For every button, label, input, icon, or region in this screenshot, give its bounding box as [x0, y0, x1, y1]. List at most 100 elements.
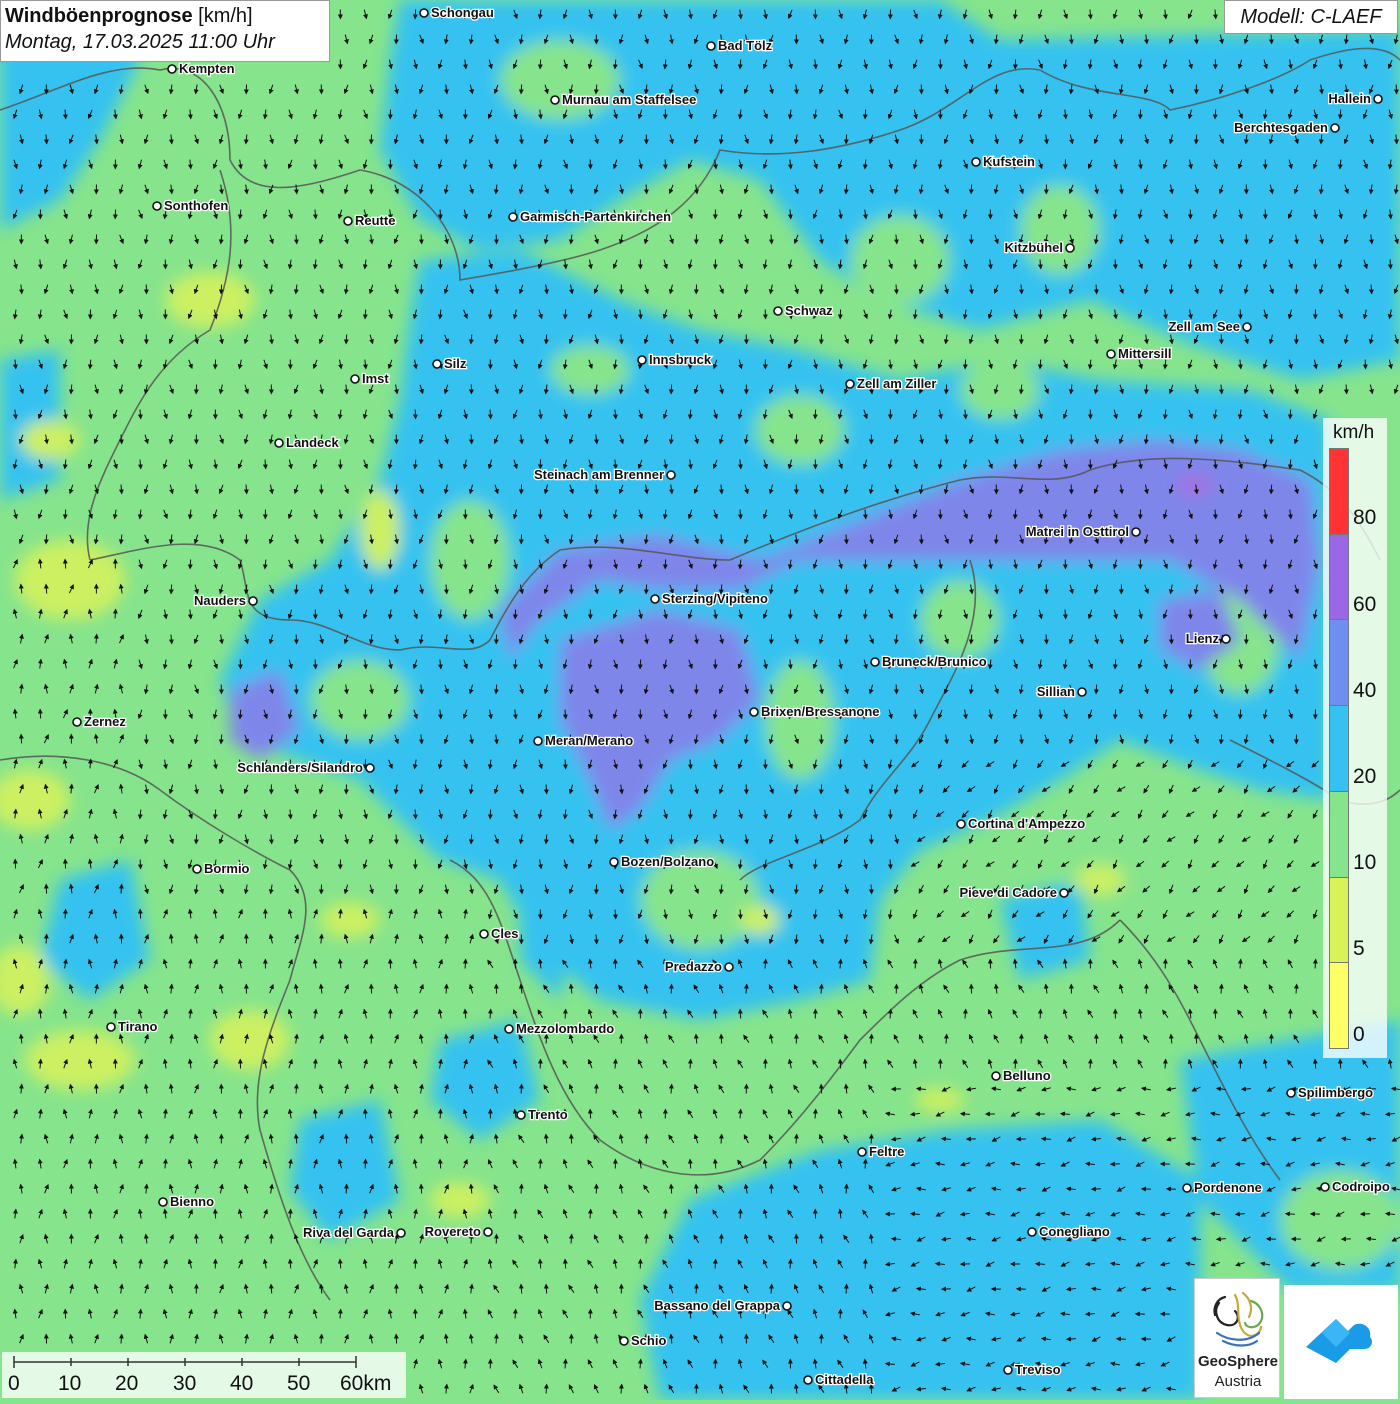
- city-dot-icon: [1331, 124, 1339, 132]
- city-marker[interactable]: Zell am Ziller: [846, 376, 936, 391]
- city-marker[interactable]: Brixen/Bressanone: [750, 704, 880, 719]
- city-dot-icon: [249, 597, 257, 605]
- city-marker[interactable]: Pordenone: [1183, 1180, 1262, 1195]
- city-label: Rovereto: [425, 1224, 481, 1239]
- city-dot-icon: [750, 708, 758, 716]
- city-dot-icon: [1321, 1183, 1329, 1191]
- wind-arrow: [596, 1085, 597, 1094]
- city-label: Conegliano: [1039, 1224, 1110, 1239]
- wind-arrow: [1271, 485, 1272, 494]
- legend-segment: [1329, 534, 1349, 621]
- scale-label: 40: [230, 1372, 253, 1396]
- city-marker[interactable]: Riva del Garda: [303, 1225, 405, 1240]
- wind-arrow: [140, 410, 141, 419]
- city-marker[interactable]: Meran/Merano: [534, 733, 633, 748]
- city-dot-icon: [107, 1023, 115, 1031]
- city-label: Sillian: [1037, 684, 1075, 699]
- city-dot-icon: [1066, 244, 1074, 252]
- city-marker[interactable]: Matrei in Osttirol: [1026, 524, 1140, 539]
- wind-arrow: [1115, 660, 1116, 669]
- wind-arrow: [840, 960, 841, 969]
- city-label: Brixen/Bressanone: [761, 704, 880, 719]
- model-label: Modell: C-LAEF: [1224, 0, 1398, 34]
- wind-arrow: [640, 1360, 641, 1369]
- title-box: Windböenprognose [km/h] Montag, 17.03.20…: [0, 0, 330, 62]
- wind-gust-map[interactable]: SchongauKemptenBad TölzMurnau am Staffel…: [0, 0, 1400, 1400]
- city-label: Murnau am Staffelsee: [562, 92, 696, 107]
- city-marker[interactable]: Bruneck/Brunico: [871, 654, 987, 669]
- wind-arrow: [221, 285, 222, 294]
- logo-name: GeoSphere: [1195, 1353, 1281, 1370]
- wind-arrow: [1115, 710, 1116, 719]
- city-marker[interactable]: Berchtesgaden: [1234, 120, 1339, 135]
- wind-arrow: [1046, 635, 1047, 644]
- wind-arrow: [1096, 735, 1097, 744]
- city-dot-icon: [1374, 95, 1382, 103]
- geosphere-logo[interactable]: GeoSphere Austria: [1194, 1278, 1280, 1398]
- city-label: Lienz: [1186, 631, 1220, 646]
- city-marker[interactable]: Sterzing/Vipiteno: [651, 591, 768, 606]
- wind-arrow: [290, 810, 291, 819]
- city-dot-icon: [551, 96, 559, 104]
- wind-arrow: [846, 1185, 847, 1194]
- scale-label: 50: [287, 1372, 310, 1396]
- city-marker[interactable]: Schlanders/Silandro: [237, 760, 374, 775]
- forecast-datetime: Montag, 17.03.2025 11:00 Uhr: [5, 28, 325, 56]
- wind-arrow: [471, 835, 472, 844]
- wind-arrow: [665, 1210, 666, 1219]
- wind-arrow: [671, 1185, 672, 1194]
- scale-label: 10: [58, 1372, 81, 1396]
- wind-arrow: [740, 910, 741, 919]
- city-dot-icon: [846, 380, 854, 388]
- city-marker[interactable]: Steinach am Brenner: [534, 467, 675, 482]
- city-dot-icon: [638, 356, 646, 364]
- city-dot-icon: [344, 217, 352, 225]
- wind-arrow: [421, 1185, 422, 1194]
- city-marker[interactable]: Sonthofen: [153, 198, 228, 213]
- wind-arrow: [1165, 1060, 1166, 1069]
- city-label: Silz: [444, 356, 467, 371]
- city-marker[interactable]: Mezzolombardo: [505, 1021, 614, 1036]
- city-marker[interactable]: Bozen/Bolzano: [610, 854, 714, 869]
- city-dot-icon: [725, 963, 733, 971]
- city-marker[interactable]: Garmisch-Partenkirchen: [509, 209, 671, 224]
- city-marker[interactable]: Schongau: [420, 5, 494, 20]
- wind-arrow: [765, 960, 766, 969]
- city-marker[interactable]: Zell am See: [1168, 319, 1251, 334]
- city-marker[interactable]: Pieve di Cadore: [959, 885, 1068, 900]
- city-marker[interactable]: Bassano del Grappa: [654, 1298, 791, 1313]
- wind-arrow: [1315, 960, 1316, 969]
- wind-arrow: [771, 1285, 772, 1294]
- city-dot-icon: [1132, 528, 1140, 536]
- city-dot-icon: [517, 1111, 525, 1119]
- city-dot-icon: [667, 471, 675, 479]
- wind-arrow: [721, 1035, 722, 1044]
- wind-arrow: [721, 935, 722, 944]
- city-marker[interactable]: Conegliano: [1028, 1224, 1110, 1239]
- city-marker[interactable]: Cittadella: [804, 1372, 874, 1387]
- city-label: Reutte: [355, 213, 395, 228]
- wind-arrow: [746, 985, 747, 994]
- city-label: Schio: [631, 1333, 666, 1348]
- city-label: Steinach am Brenner: [534, 467, 664, 482]
- weather-app-badge[interactable]: [1284, 1285, 1398, 1399]
- city-label: Mezzolombardo: [516, 1021, 614, 1036]
- wind-arrow: [696, 1285, 697, 1294]
- city-label: Bruneck/Brunico: [882, 654, 987, 669]
- city-marker[interactable]: Codroipo: [1321, 1179, 1390, 1194]
- city-marker[interactable]: Innsbruck: [638, 352, 712, 367]
- city-label: Innsbruck: [649, 352, 712, 367]
- city-dot-icon: [1107, 350, 1115, 358]
- city-marker[interactable]: Spilimbergo: [1287, 1085, 1373, 1100]
- city-label: Kufstein: [983, 154, 1035, 169]
- city-dot-icon: [1060, 889, 1068, 897]
- wind-arrow: [371, 585, 372, 594]
- city-marker[interactable]: Murnau am Staffelsee: [551, 92, 696, 107]
- city-dot-icon: [1287, 1089, 1295, 1097]
- city-label: Spilimbergo: [1298, 1085, 1373, 1100]
- legend-tick-label: 0: [1353, 1023, 1365, 1047]
- wind-arrow: [515, 1310, 516, 1319]
- city-marker[interactable]: Cortina d'Ampezzo: [957, 816, 1085, 831]
- wind-arrow: [346, 1135, 347, 1144]
- wind-arrow: [1271, 435, 1272, 444]
